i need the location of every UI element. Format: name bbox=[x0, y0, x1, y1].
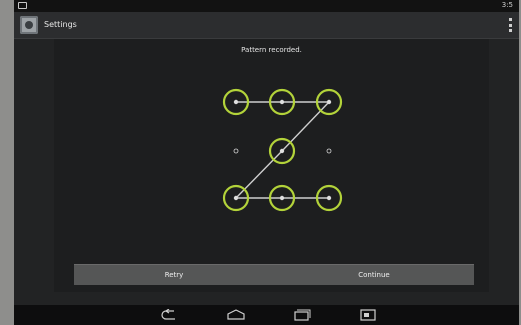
recent-apps-icon[interactable] bbox=[292, 309, 312, 321]
notification-icon bbox=[18, 2, 27, 9]
pattern-line bbox=[281, 101, 330, 152]
continue-button[interactable]: Continue bbox=[274, 265, 474, 285]
screenshot-icon[interactable] bbox=[358, 309, 378, 321]
overflow-menu-icon[interactable] bbox=[509, 18, 513, 32]
pattern-grid[interactable] bbox=[54, 39, 489, 292]
back-icon[interactable] bbox=[160, 309, 180, 321]
navigation-bar bbox=[14, 305, 519, 325]
pattern-dot-4[interactable] bbox=[233, 148, 239, 154]
status-clock: 3:5 bbox=[501, 1, 513, 9]
status-bar: 3:5 bbox=[14, 0, 519, 12]
retry-button[interactable]: Retry bbox=[74, 265, 274, 285]
button-bar: Retry Continue bbox=[74, 264, 474, 285]
tablet-screen: 3:5 Settings Pattern recorded. Retry Con… bbox=[14, 0, 519, 325]
pattern-dot-6[interactable] bbox=[326, 148, 332, 154]
settings-app-icon[interactable] bbox=[20, 16, 38, 34]
pattern-line bbox=[235, 150, 283, 199]
action-bar: Settings bbox=[14, 12, 519, 39]
home-icon[interactable] bbox=[226, 309, 246, 321]
pattern-lock-panel: Pattern recorded. bbox=[54, 39, 489, 292]
app-title: Settings bbox=[44, 20, 77, 29]
pattern-dot-5[interactable] bbox=[268, 137, 296, 165]
